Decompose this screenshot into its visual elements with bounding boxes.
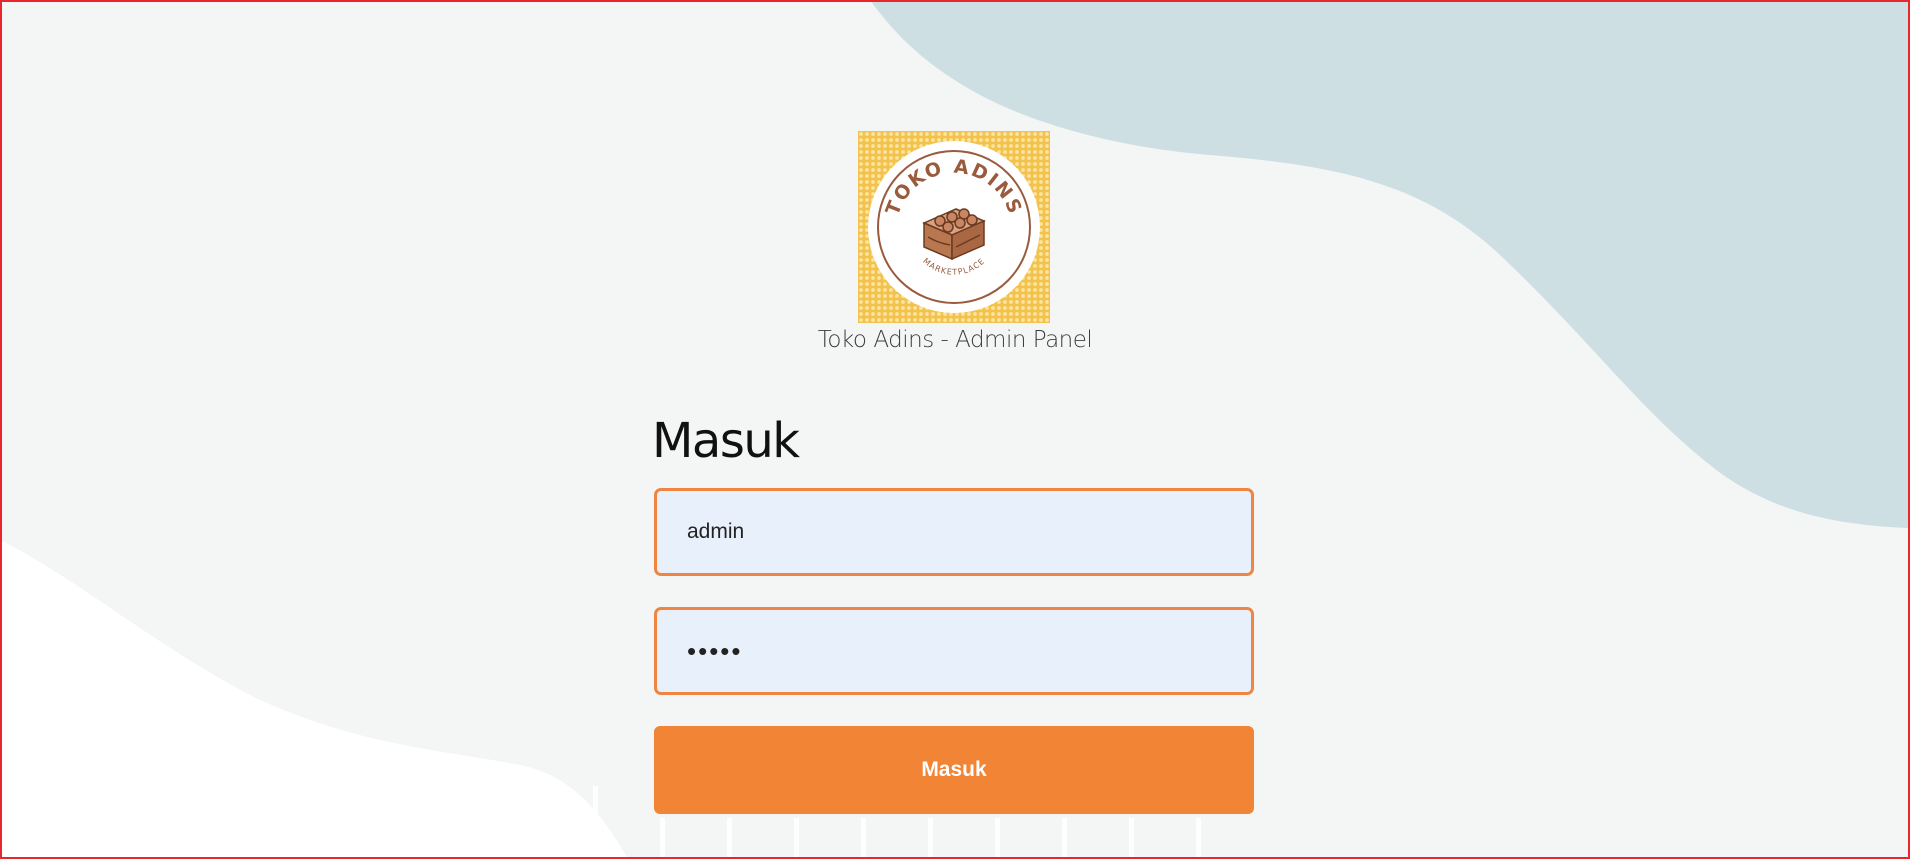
white-wave-shape (0, 540, 628, 859)
brand-caption: Toko Adins - Admin Panel (817, 327, 1093, 353)
login-heading: Masuk (652, 413, 800, 469)
password-input[interactable] (654, 607, 1254, 695)
login-button[interactable]: Masuk (654, 726, 1254, 814)
username-input[interactable] (654, 488, 1254, 576)
logo-graphic: TOKO ADINS MARKETPLACE (858, 131, 1050, 323)
logo: TOKO ADINS MARKETPLACE (858, 131, 1050, 323)
